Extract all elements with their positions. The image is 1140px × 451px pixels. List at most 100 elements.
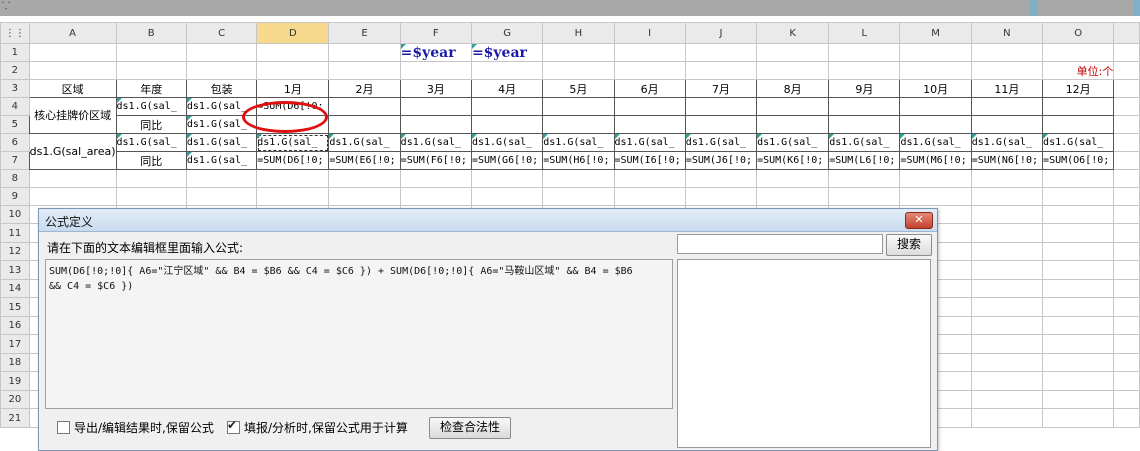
cell-k3[interactable]: 8月 xyxy=(756,79,830,98)
cell-b9[interactable] xyxy=(115,187,187,206)
cell-i5[interactable] xyxy=(613,115,686,134)
cell-l8[interactable] xyxy=(828,169,901,188)
cell-o8[interactable] xyxy=(1042,169,1115,188)
cell-n1[interactable] xyxy=(970,43,1044,62)
cell-h7[interactable]: =SUM(H6[!0; xyxy=(542,151,615,170)
cell-d7[interactable]: =SUM(D6[!0; xyxy=(256,151,330,170)
cell-g7[interactable]: =SUM(G6[!0; xyxy=(470,151,544,170)
cell-c2[interactable] xyxy=(185,61,258,80)
row-header-6[interactable]: 6 xyxy=(0,133,30,152)
cell-i7[interactable]: =SUM(I6[!0; xyxy=(613,151,686,170)
cell-h6[interactable]: ds1.G(sal_ xyxy=(542,133,615,152)
cell-a9[interactable] xyxy=(28,187,117,206)
cell-a3[interactable]: 区域 xyxy=(28,79,117,98)
cell-o20[interactable] xyxy=(1042,390,1115,409)
row-header-4[interactable]: 4 xyxy=(0,97,30,116)
cell-k8[interactable] xyxy=(756,169,830,188)
cell-a4[interactable]: 核心挂牌价区域 xyxy=(28,97,117,134)
cell-c3[interactable]: 包装 xyxy=(185,79,258,98)
cell-f7[interactable]: =SUM(F6[!0; xyxy=(399,151,472,170)
cell-m4[interactable] xyxy=(899,97,972,116)
cell-f1[interactable]: =$year xyxy=(399,43,472,62)
column-header-m[interactable]: M xyxy=(899,22,972,44)
cell-k9[interactable] xyxy=(756,187,830,206)
cell-f8[interactable] xyxy=(399,169,472,188)
cell-f3[interactable]: 3月 xyxy=(399,79,472,98)
cell-n18[interactable] xyxy=(970,353,1044,372)
cell-h8[interactable] xyxy=(542,169,615,188)
cell-b4[interactable]: ds1.G(sal_ xyxy=(115,97,187,116)
cell-c6[interactable]: ds1.G(sal_ xyxy=(185,133,258,152)
cell-e4[interactable] xyxy=(328,97,401,116)
row-header-2[interactable]: 2 xyxy=(0,61,30,80)
cell-d9[interactable] xyxy=(256,187,330,206)
cell-f5[interactable] xyxy=(399,115,472,134)
row-header-7[interactable]: 7 xyxy=(0,151,30,170)
row-header-12[interactable]: 12 xyxy=(0,242,30,261)
cell-k4[interactable] xyxy=(756,97,830,116)
cell-f9[interactable] xyxy=(399,187,472,206)
formula-editor[interactable]: SUM(D6[!0;!0]{ A6="江宁区域" && B4 = $B6 && … xyxy=(45,259,673,409)
row-header-3[interactable]: 3 xyxy=(0,79,30,98)
cell-m8[interactable] xyxy=(899,169,972,188)
column-header-n[interactable]: N xyxy=(970,22,1044,44)
cell-o4[interactable] xyxy=(1042,97,1115,116)
dialog-titlebar[interactable]: 公式定义 ✕ xyxy=(39,209,937,232)
cell-d2[interactable] xyxy=(256,61,330,80)
column-header-h[interactable]: H xyxy=(542,22,615,44)
cell-j1[interactable] xyxy=(684,43,758,62)
cell-b8[interactable] xyxy=(115,169,187,188)
cell-o18[interactable] xyxy=(1042,353,1115,372)
cell-o5[interactable] xyxy=(1042,115,1115,134)
cell-n10[interactable] xyxy=(970,205,1044,224)
cell-g8[interactable] xyxy=(470,169,544,188)
row-header-10[interactable]: 10 xyxy=(0,205,30,224)
option-keep-formula-export[interactable]: 导出/编辑结果时,保留公式 xyxy=(57,419,214,436)
cell-c7[interactable]: ds1.G(sal_ xyxy=(185,151,258,170)
cell-a2[interactable] xyxy=(28,61,117,80)
cell-f4[interactable] xyxy=(399,97,472,116)
cell-n3[interactable]: 11月 xyxy=(970,79,1044,98)
cell-o7[interactable]: =SUM(O6[!0; xyxy=(1042,151,1115,170)
check-validity-button[interactable]: 检查合法性 xyxy=(429,417,511,439)
cell-n21[interactable] xyxy=(970,408,1044,428)
cell-g1[interactable]: =$year xyxy=(470,43,544,62)
cell-l7[interactable]: =SUM(L6[!0; xyxy=(828,151,901,170)
cell-g5[interactable] xyxy=(470,115,544,134)
cell-o6[interactable]: ds1.G(sal_ xyxy=(1042,133,1115,152)
cell-o19[interactable] xyxy=(1042,371,1115,391)
cell-g2[interactable] xyxy=(470,61,544,80)
cell-h9[interactable] xyxy=(542,187,615,206)
cell-o17[interactable] xyxy=(1042,334,1115,354)
cell-f6[interactable]: ds1.G(sal_ xyxy=(399,133,472,152)
row-header-20[interactable]: 20 xyxy=(0,390,30,409)
cell-o16[interactable] xyxy=(1042,316,1115,335)
cell-j3[interactable]: 7月 xyxy=(684,79,758,98)
column-header-i[interactable]: I xyxy=(613,22,686,44)
cell-l1[interactable] xyxy=(828,43,901,62)
cell-o9[interactable] xyxy=(1042,187,1115,206)
cell-e1[interactable] xyxy=(328,43,401,62)
cell-e2[interactable] xyxy=(328,61,401,80)
cell-o14[interactable] xyxy=(1042,279,1115,298)
column-header-f[interactable]: F xyxy=(399,22,472,44)
column-header-j[interactable]: J xyxy=(684,22,758,44)
cell-n6[interactable]: ds1.G(sal_ xyxy=(970,133,1044,152)
cell-n14[interactable] xyxy=(970,279,1044,298)
column-header-b[interactable]: B xyxy=(115,22,187,44)
cell-k6[interactable]: ds1.G(sal_ xyxy=(756,133,830,152)
cell-o12[interactable] xyxy=(1042,242,1115,261)
cell-n15[interactable] xyxy=(970,297,1044,317)
checkbox-keep-formula-fill[interactable] xyxy=(227,418,240,434)
checkbox-keep-formula-export[interactable] xyxy=(57,421,70,434)
cell-g3[interactable]: 4月 xyxy=(470,79,544,98)
cell-o2[interactable]: 单位:个 xyxy=(1042,61,1115,80)
row-header-14[interactable]: 14 xyxy=(0,279,30,298)
cell-j6[interactable]: ds1.G(sal_ xyxy=(684,133,758,152)
cell-h2[interactable] xyxy=(542,61,615,80)
cell-n20[interactable] xyxy=(970,390,1044,409)
search-button[interactable]: 搜索 xyxy=(886,234,932,256)
cell-j5[interactable] xyxy=(684,115,758,134)
column-header-g[interactable]: G xyxy=(470,22,544,44)
cell-o15[interactable] xyxy=(1042,297,1115,317)
